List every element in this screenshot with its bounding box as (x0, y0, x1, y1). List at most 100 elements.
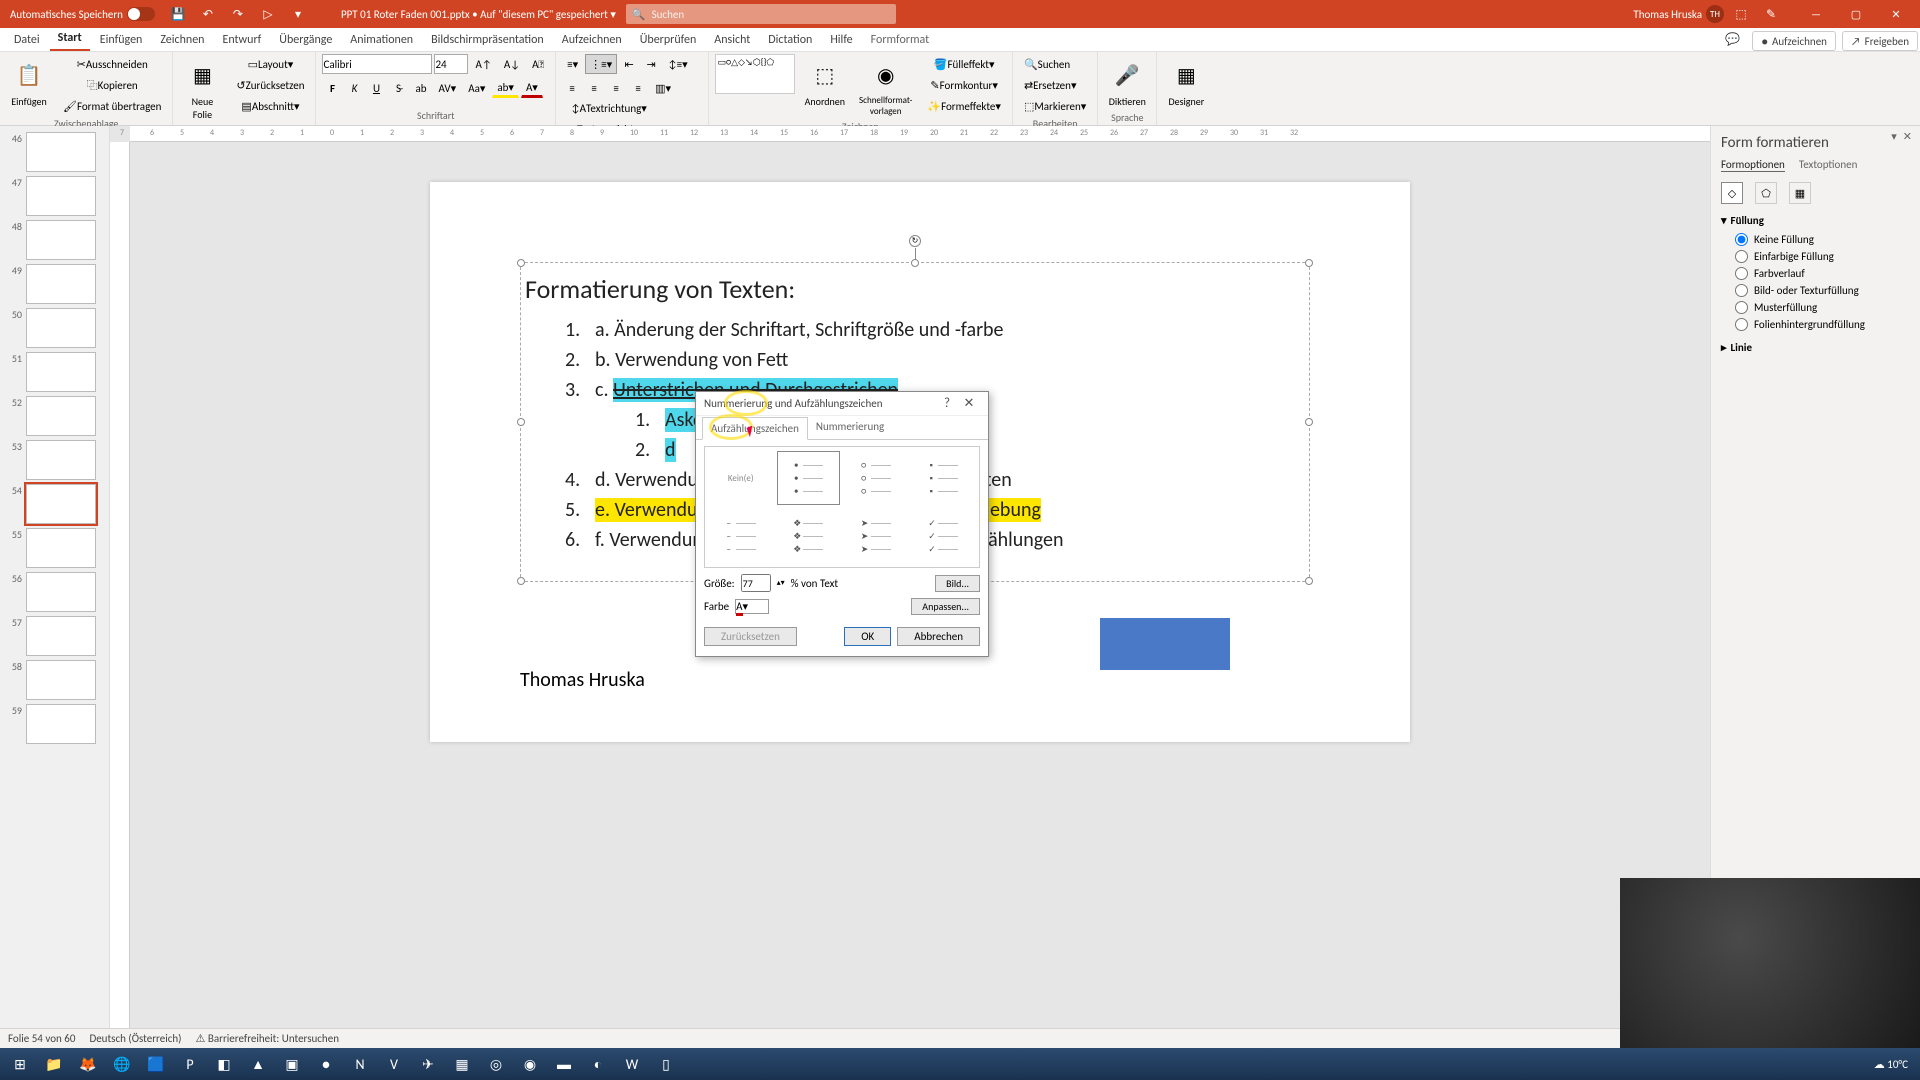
arrange-button[interactable]: ⬚Anordnen (801, 54, 849, 110)
autosave-toggle[interactable]: Automatisches Speichern (4, 5, 161, 23)
dialog-cancel-button[interactable]: Abbrechen (897, 627, 980, 646)
minimize-button[interactable]: — (1796, 0, 1836, 28)
columns-button[interactable]: ▥▾ (650, 78, 676, 98)
bullet-picture-button[interactable]: Bild... (935, 575, 980, 592)
search-box[interactable]: 🔍 Suchen (626, 4, 896, 24)
toggle-off-icon[interactable] (127, 7, 155, 21)
thumbnail-54[interactable]: 54 (0, 482, 109, 526)
bullet-none[interactable]: Kein(e) (709, 451, 773, 505)
list-item[interactable]: 2.b. Verwendung von Fett (565, 345, 1305, 375)
tab-insert[interactable]: Einfügen (92, 29, 151, 51)
shrink-font-button[interactable]: A↓ (499, 54, 525, 74)
taskbar-app-icon[interactable]: ◎ (480, 1050, 512, 1078)
cut-button[interactable]: ✂ Ausschneiden (58, 54, 166, 74)
section-button[interactable]: ▤ Abschnitt ▾ (231, 96, 309, 116)
bullet-square[interactable]: ▪▪▪ (912, 451, 976, 505)
spacing-button[interactable]: AV▾ (434, 78, 462, 98)
user-name[interactable]: Thomas Hruska (1633, 8, 1702, 21)
comments-icon[interactable]: 💬 (1717, 28, 1748, 51)
resize-handle[interactable] (517, 577, 525, 585)
designer-button[interactable]: ▦Designer (1163, 54, 1209, 110)
reset-slide-button[interactable]: ↺ Zurücksetzen (231, 75, 309, 95)
bullet-customize-button[interactable]: Anpassen... (911, 598, 980, 615)
fill-none-radio[interactable]: Keine Füllung (1721, 231, 1910, 248)
slideshow-start-icon[interactable]: ▷ (255, 2, 281, 26)
shape-effects-button[interactable]: ✨ Formeffekte ▾ (922, 96, 1006, 116)
bullet-circle[interactable]: ○○○ (844, 451, 908, 505)
taskbar-app-icon[interactable]: ✈ (412, 1050, 444, 1078)
taskbar-powerpoint-icon[interactable]: P (174, 1050, 206, 1078)
align-justify-button[interactable]: ≡ (628, 78, 648, 98)
tab-help[interactable]: Hilfe (822, 29, 860, 51)
underline-button[interactable]: U (366, 78, 386, 98)
bullet-disc[interactable]: ••• (777, 451, 841, 505)
shape-outline-button[interactable]: ✎ Formkontur ▾ (922, 75, 1006, 95)
align-right-button[interactable]: ≡ (606, 78, 626, 98)
tab-view[interactable]: Ansicht (706, 29, 758, 51)
thumbnail-57[interactable]: 57 (0, 614, 109, 658)
resize-handle[interactable] (517, 259, 525, 267)
bullet-diamond[interactable]: ❖❖❖ (777, 509, 841, 563)
thumbnail-56[interactable]: 56 (0, 570, 109, 614)
user-avatar[interactable]: TH (1706, 5, 1724, 23)
maximize-button[interactable]: ▢ (1836, 0, 1876, 28)
taskbar-app-icon[interactable]: ▬ (548, 1050, 580, 1078)
shadow-button[interactable]: ab (410, 78, 431, 98)
redo-icon[interactable]: ↷ (225, 2, 251, 26)
text-direction-button[interactable]: ↕A Textrichtung ▾ (566, 98, 652, 118)
resize-handle[interactable] (1305, 259, 1313, 267)
tab-draw[interactable]: Zeichnen (152, 29, 212, 51)
bullet-check[interactable]: ✓✓✓ (912, 509, 976, 563)
fill-gradient-radio[interactable]: Farbverlauf (1721, 265, 1910, 282)
font-size-select[interactable] (434, 54, 468, 74)
copy-button[interactable]: ⿻ Kopieren (58, 75, 166, 95)
new-slide-button[interactable]: ▦Neue Folie (179, 54, 225, 123)
tab-design[interactable]: Entwurf (214, 29, 269, 51)
undo-icon[interactable]: ↶ (195, 2, 221, 26)
quick-styles-button[interactable]: ◉Schnellformat- vorlagen (855, 54, 916, 119)
dialog-tab-numbering[interactable]: Nummerierung (808, 416, 892, 439)
tab-animations[interactable]: Animationen (342, 29, 421, 51)
format-painter-button[interactable]: 🖌 Format übertragen (58, 96, 166, 116)
resize-handle[interactable] (1305, 577, 1313, 585)
line-spacing-button[interactable]: ↕≡▾ (663, 54, 693, 74)
thumbnail-47[interactable]: 47 (0, 174, 109, 218)
fill-pattern-radio[interactable]: Musterfüllung (1721, 299, 1910, 316)
bullet-color-button[interactable]: A▾ (735, 599, 769, 614)
fill-line-icon[interactable]: ◇ (1721, 182, 1743, 204)
thumbnail-50[interactable]: 50 (0, 306, 109, 350)
pane-close-icon[interactable]: ✕ (1903, 130, 1912, 143)
tab-formformat[interactable]: Formformat (863, 29, 938, 51)
bold-button[interactable]: F (322, 78, 342, 98)
grow-font-button[interactable]: A↑ (470, 54, 496, 74)
pane-fill-header[interactable]: ▾ Füllung (1721, 214, 1910, 227)
record-button[interactable]: ● Aufzeichnen (1752, 31, 1836, 51)
resize-handle[interactable] (1305, 418, 1313, 426)
status-a11y[interactable]: ⚠ Barrierefreiheit: Untersuchen (196, 1032, 339, 1045)
system-tray[interactable]: ☁ 10°C (1874, 1058, 1916, 1071)
dialog-close-icon[interactable]: ✕ (958, 396, 980, 411)
tab-start[interactable]: Start (50, 27, 90, 51)
bullet-arrow[interactable]: ➤➤➤ (844, 509, 908, 563)
pane-dropdown-icon[interactable]: ▾ (1891, 130, 1897, 143)
taskbar-app-icon[interactable]: ▣ (276, 1050, 308, 1078)
case-button[interactable]: Aa▾ (463, 78, 490, 98)
numbering-button[interactable]: ⋮≡▾ (585, 54, 617, 74)
highlight-button[interactable]: ab▾ (492, 78, 519, 98)
tab-transitions[interactable]: Übergänge (271, 29, 340, 51)
tab-file[interactable]: Datei (6, 29, 48, 51)
taskbar-onenote-icon[interactable]: N (344, 1050, 376, 1078)
tab-record[interactable]: Aufzeichnen (554, 29, 630, 51)
taskbar-app-icon[interactable]: ◐ (582, 1050, 614, 1078)
thumbnail-59[interactable]: 59 (0, 702, 109, 746)
font-family-select[interactable] (322, 54, 432, 74)
taskbar-edge-icon[interactable]: 🟦 (140, 1050, 172, 1078)
close-button[interactable]: ✕ (1876, 0, 1916, 28)
taskbar-app-icon[interactable]: ▯ (650, 1050, 682, 1078)
pane-line-header[interactable]: ▸ Linie (1721, 341, 1910, 354)
thumbnail-52[interactable]: 52 (0, 394, 109, 438)
taskbar-app-icon[interactable]: ◧ (208, 1050, 240, 1078)
bullet-size-input[interactable] (741, 574, 771, 592)
fill-picture-radio[interactable]: Bild- oder Texturfüllung (1721, 282, 1910, 299)
ink-icon[interactable]: ✎ (1758, 2, 1784, 26)
